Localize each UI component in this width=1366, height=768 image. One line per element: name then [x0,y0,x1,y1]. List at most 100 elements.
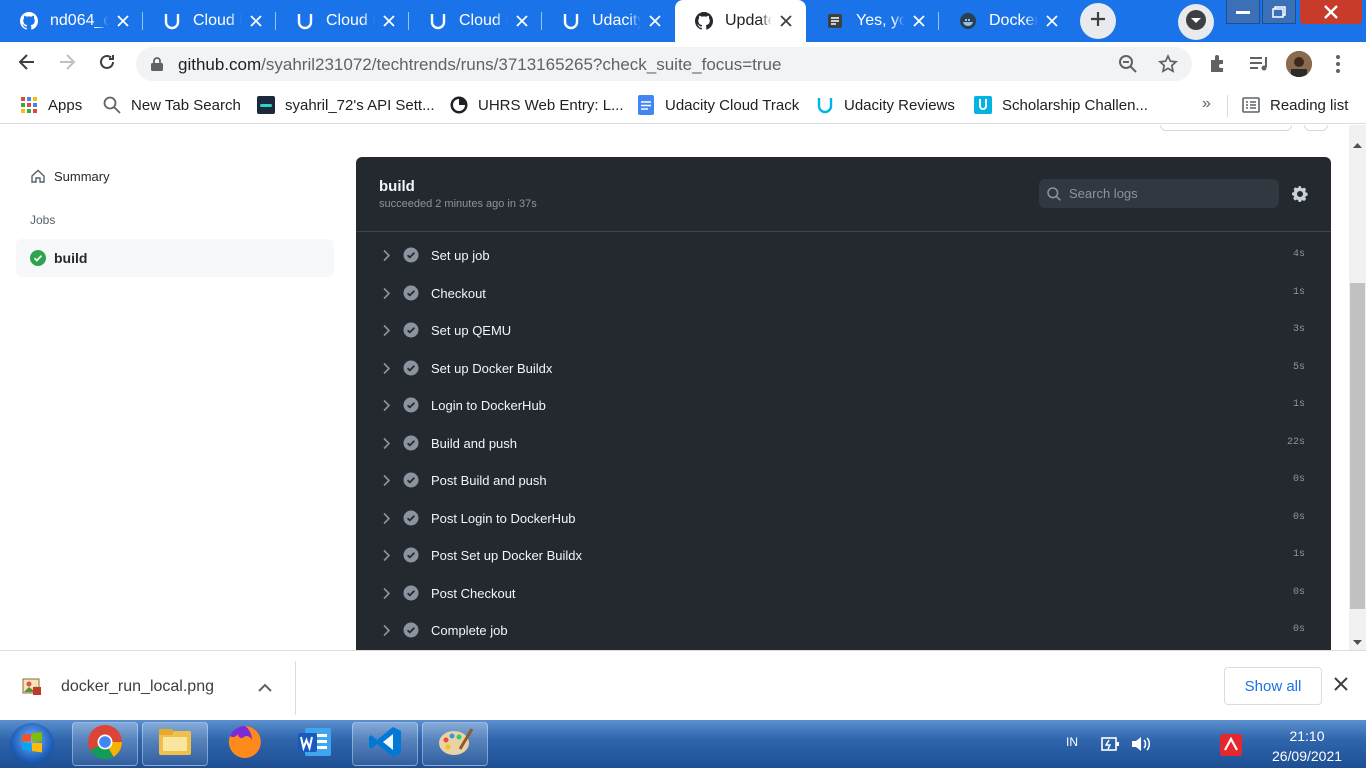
step-row[interactable]: Complete job 0s [356,612,1331,650]
browser-tab[interactable]: Yes, you [806,0,939,42]
system-clock[interactable]: 21:10 26/09/2021 [1262,726,1352,766]
chevron-right-icon[interactable] [382,549,391,567]
taskbar-app-file-explorer[interactable] [142,722,208,766]
tab-search-button[interactable] [1178,4,1214,40]
reload-button[interactable] [92,49,122,79]
taskbar-app-word[interactable] [282,722,348,766]
more-button[interactable] [1304,125,1328,131]
chevron-right-icon[interactable] [382,512,391,530]
taskbar-app-chrome[interactable] [72,722,138,766]
back-button[interactable] [12,49,42,79]
step-row[interactable]: Set up Docker Buildx 5s [356,350,1331,388]
volume-icon[interactable] [1130,734,1154,759]
media-control-icon[interactable] [1248,53,1270,80]
page-scrollbar[interactable] [1349,125,1366,650]
browser-tab[interactable]: Cloud N [409,0,542,42]
bookmark-api-settings[interactable]: syahril_72's API Sett... [257,94,435,116]
check-circle-icon [403,285,419,306]
taskbar-app-paint[interactable] [422,722,488,766]
chevron-right-icon[interactable] [382,287,391,305]
taskbar-app-firefox[interactable] [212,722,278,766]
chevron-right-icon[interactable] [382,324,391,342]
gear-icon[interactable] [1292,186,1308,207]
minimize-button[interactable] [1226,0,1260,24]
bookmark-uhrs[interactable]: UHRS Web Entry: L... [450,94,624,116]
browser-tab[interactable]: Cloud N [276,0,409,42]
close-icon[interactable] [911,13,927,29]
bookmark-new-tab-search[interactable]: New Tab Search [103,94,241,116]
step-row[interactable]: Login to DockerHub 1s [356,387,1331,425]
zoom-out-icon[interactable] [1118,54,1138,79]
step-row[interactable]: Post Build and push 0s [356,462,1331,500]
more-options-icon[interactable] [1332,53,1344,80]
step-row[interactable]: Build and push 22s [356,425,1331,463]
chevron-right-icon[interactable] [382,437,391,455]
chevron-up-icon[interactable] [258,680,272,698]
maximize-button[interactable] [1262,0,1296,24]
jobs-heading: Jobs [30,213,56,227]
search-logs-field[interactable] [1039,179,1279,208]
scroll-up-icon[interactable] [1353,135,1362,153]
new-tab-button[interactable] [1080,3,1116,39]
step-row[interactable]: Set up job 4s [356,237,1331,275]
close-icon[interactable] [1044,13,1060,29]
bookmark-udacity-reviews[interactable]: Udacity Reviews [816,94,955,116]
close-icon[interactable] [248,13,264,29]
search-logs-input[interactable] [1069,186,1259,201]
close-icon[interactable] [115,13,131,29]
docs-icon [637,95,655,115]
bookmark-apps[interactable]: Apps [20,94,82,116]
chevron-right-icon[interactable] [382,624,391,642]
step-row[interactable]: Post Set up Docker Buildx 1s [356,537,1331,575]
sidebar-item-summary[interactable]: Summary [16,163,334,189]
start-button[interactable] [10,723,54,765]
chevron-right-icon[interactable] [382,362,391,380]
check-circle-icon [403,585,419,606]
bookmark-scholarship[interactable]: Scholarship Challen... [974,94,1148,116]
reading-list-button[interactable]: Reading list [1242,94,1348,116]
chevron-right-icon[interactable] [382,474,391,492]
step-row[interactable]: Post Checkout 0s [356,575,1331,613]
scroll-down-icon[interactable] [1353,633,1362,651]
step-row[interactable]: Checkout 1s [356,275,1331,313]
bookmarks-overflow-button[interactable]: » [1202,95,1211,113]
chrome-icon [87,724,123,765]
chevron-right-icon[interactable] [382,399,391,417]
close-icon[interactable] [1334,677,1348,696]
language-indicator[interactable]: IN [1066,735,1078,749]
forward-button[interactable] [52,49,82,79]
browser-tab[interactable]: Docker [939,0,1072,42]
taskbar-app-vscode[interactable] [352,722,418,766]
rerun-button[interactable] [1160,125,1292,131]
step-row[interactable]: Set up QEMU 3s [356,312,1331,350]
close-icon[interactable] [778,13,794,29]
bookmark-udacity-cloud-track[interactable]: Udacity Cloud Track [637,94,799,116]
step-row[interactable]: Post Login to DockerHub 0s [356,500,1331,538]
address-bar[interactable]: github.com/syahril231072/techtrends/runs… [136,47,1192,81]
close-icon[interactable] [647,13,663,29]
extensions-icon[interactable] [1208,53,1228,80]
tab-title: nd064_c [50,12,109,29]
lock-icon [150,56,164,77]
udacity-icon [296,12,314,30]
chevron-right-icon[interactable] [382,587,391,605]
download-item[interactable]: docker_run_local.png [22,669,294,705]
arrow-right-icon [57,52,77,77]
scrollbar-thumb[interactable] [1350,283,1365,609]
tab-title: Docker [989,12,1038,29]
close-icon[interactable] [381,13,397,29]
browser-tab-active[interactable]: Update [675,0,806,42]
browser-tab[interactable]: Cloud N [143,0,276,42]
power-icon[interactable] [1100,734,1122,759]
star-icon[interactable] [1158,53,1178,79]
close-icon[interactable] [514,13,530,29]
antivirus-icon[interactable] [1220,734,1242,761]
step-name: Post Set up Docker Buildx [431,548,583,563]
show-all-button[interactable]: Show all [1224,667,1322,705]
avatar[interactable] [1286,51,1312,77]
chevron-right-icon[interactable] [382,249,391,267]
browser-tab[interactable]: Udacity [542,0,675,42]
sidebar-item-build[interactable]: build [16,239,334,277]
browser-tab[interactable]: nd064_c [0,0,143,42]
window-close-button[interactable] [1300,0,1362,24]
